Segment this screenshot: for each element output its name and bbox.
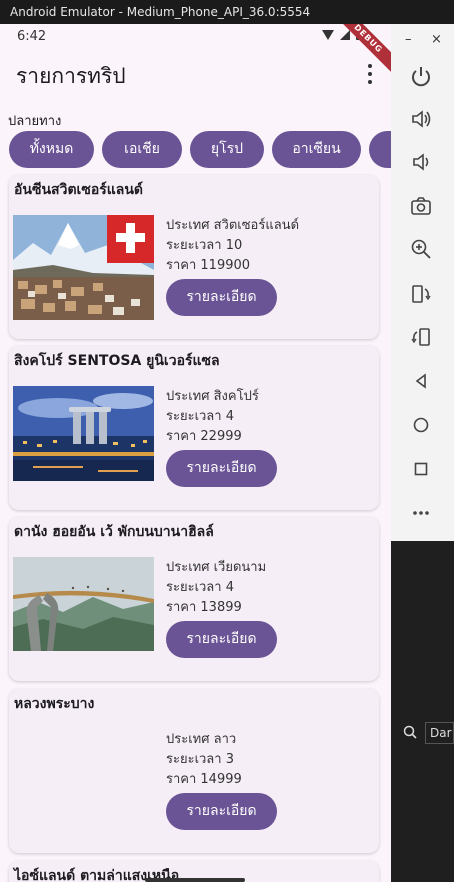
rotate-left-icon[interactable] [407, 280, 435, 308]
trip-card: ดานัง ฮอยอัน เว้ พักบนบานาฮิลล์ ประเทศ เ… [9, 517, 379, 681]
chip-more[interactable] [369, 131, 391, 168]
trip-price: ราคา 13899 [166, 600, 242, 615]
singapore-photo [13, 386, 154, 491]
destination-chips: ทั้งหมด เอเชีย ยุโรป อาเซียน [9, 131, 391, 169]
trip-name: ดานัง ฮอยอัน เว้ พักบนบานาฮิลล์ [14, 524, 214, 540]
volume-down-icon[interactable] [407, 148, 435, 176]
trip-card: หลวงพระบาง ประเทศ ลาว ระยะเวลา 3 ราคา 14… [9, 689, 379, 853]
trip-duration: ระยะเวลา 4 [166, 580, 234, 595]
chip-europe[interactable]: ยุโรป [190, 131, 264, 168]
trip-details-button[interactable]: รายละเอียด [166, 793, 277, 830]
ide-search-input[interactable]: Dar [425, 722, 454, 744]
trip-name: สิงคโปร์ SENTOSA ยูนิเวอร์แซล [14, 353, 220, 369]
trip-duration: ระยะเวลา 3 [166, 752, 234, 767]
trip-details-button[interactable]: รายละเอียด [166, 450, 277, 487]
trip-price: ราคา 119900 [166, 258, 251, 273]
trip-duration: ระยะเวลา 4 [166, 409, 234, 424]
trip-country: ประเทศ เวียดนาม [166, 560, 267, 575]
minimize-button[interactable]: – [405, 32, 412, 47]
close-button[interactable]: × [431, 32, 442, 47]
trip-card: สิงคโปร์ SENTOSA ยูนิเวอร์แซล ประเทศ สิง… [9, 346, 379, 510]
trip-name: หลวงพระบาง [14, 696, 95, 712]
destination-filter-label: ปลายทาง [8, 114, 62, 129]
page-title: รายการทริป [16, 64, 126, 88]
camera-icon[interactable] [407, 192, 435, 220]
power-icon[interactable] [407, 62, 435, 90]
trip-price: ราคา 22999 [166, 429, 242, 444]
emulator-side-panel: – × [391, 24, 454, 541]
trip-details-button[interactable]: รายละเอียด [166, 621, 277, 658]
emulator-title-bar: Android Emulator - Medium_Phone_API_36.0… [0, 0, 454, 24]
volume-up-icon[interactable] [407, 105, 435, 133]
search-icon[interactable] [403, 725, 417, 739]
trip-info: ประเทศ สวิตเซอร์แลนด์ ระยะเวลา 10 ราคา 1… [166, 216, 299, 276]
window-title: Android Emulator - Medium_Phone_API_36.0… [10, 5, 311, 19]
overflow-menu-icon[interactable] [367, 64, 373, 84]
trip-info: ประเทศ ลาว ระยะเวลา 3 ราคา 14999 [166, 730, 242, 790]
ide-background [391, 541, 454, 882]
trip-country: ประเทศ ลาว [166, 732, 237, 747]
overview-icon[interactable] [407, 455, 435, 483]
chip-all[interactable]: ทั้งหมด [9, 131, 94, 168]
vietnam-photo [13, 557, 154, 662]
trip-name: อันซีนสวิตเซอร์แลนด์ [14, 182, 144, 198]
home-icon[interactable] [407, 411, 435, 439]
trip-details-button[interactable]: รายละเอียด [166, 279, 277, 316]
trip-price: ราคา 14999 [166, 772, 242, 787]
back-icon[interactable] [407, 367, 435, 395]
phone-screen: 6:42 DEBUG รายการทริป ปลายทาง ทั้งหมด เอ… [0, 24, 391, 882]
chip-asia[interactable]: เอเชีย [102, 131, 182, 168]
app-bar: รายการทริป [0, 54, 391, 98]
rotate-right-icon[interactable] [407, 323, 435, 351]
trip-country: ประเทศ สิงคโปร์ [166, 389, 259, 404]
wifi-icon [322, 29, 334, 40]
trip-info: ประเทศ สิงคโปร์ ระยะเวลา 4 ราคา 22999 [166, 387, 259, 447]
trip-info: ประเทศ เวียดนาม ระยะเวลา 4 ราคา 13899 [166, 558, 266, 618]
signal-icon [340, 29, 350, 40]
more-icon[interactable] [407, 499, 435, 527]
trip-duration: ระยะเวลา 10 [166, 238, 243, 253]
panel-window-controls: – × [391, 32, 454, 48]
status-bar: 6:42 DEBUG [0, 24, 391, 76]
trip-country: ประเทศ สวิตเซอร์แลนด์ [166, 218, 300, 233]
trip-card: อันซีนสวิตเซอร์แลนด์ ประเทศ สวิตเซอร์แลน… [9, 175, 379, 339]
ide-search: Dar [391, 722, 454, 744]
status-time: 6:42 [17, 29, 47, 44]
chip-asean[interactable]: อาเซียน [272, 131, 361, 168]
gesture-bar[interactable] [145, 878, 245, 882]
zoom-icon[interactable] [407, 235, 435, 263]
switzerland-photo [13, 215, 154, 320]
